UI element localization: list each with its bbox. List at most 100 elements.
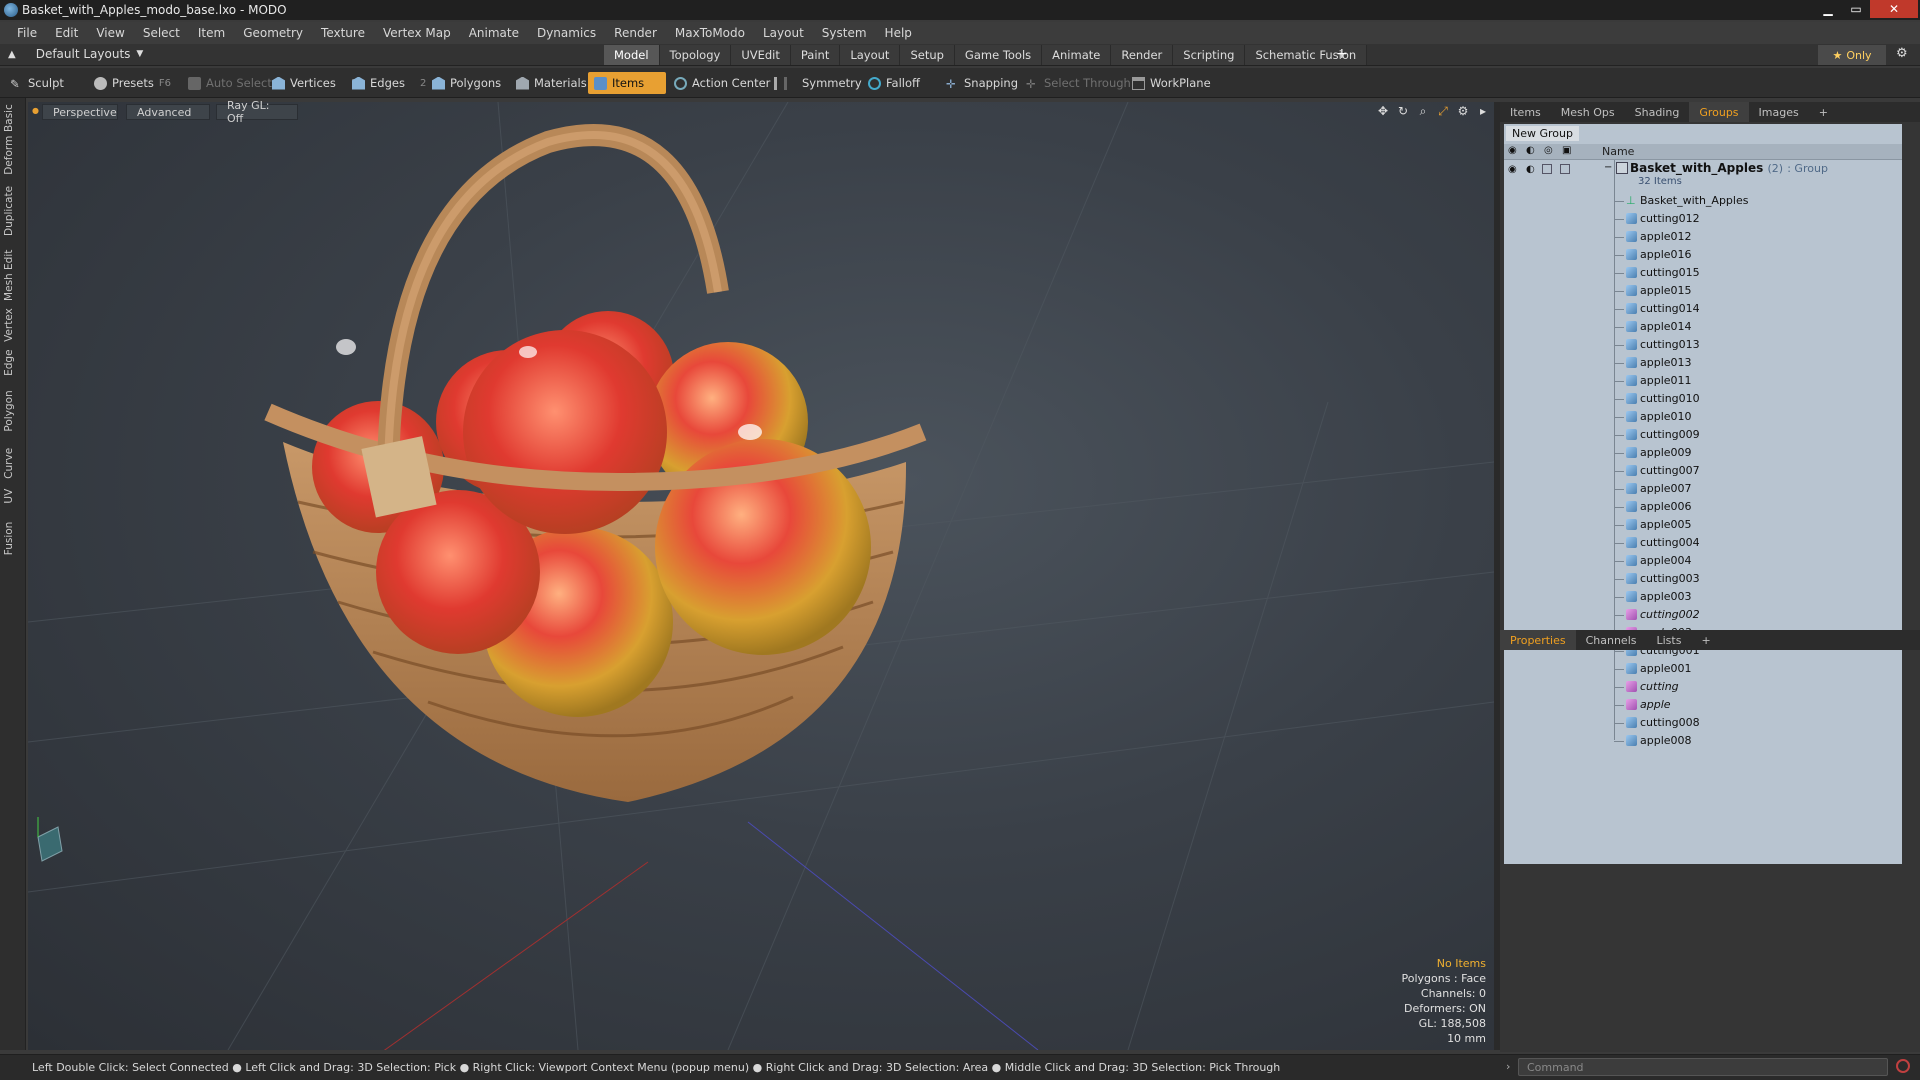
- group-root-row[interactable]: ◉ ◐ − Basket_with_Apples (2) : Group 32 …: [1504, 160, 1902, 192]
- layout-switch-icon[interactable]: ▲: [8, 49, 16, 60]
- visibility-eye-icon[interactable]: ◉: [1508, 145, 1517, 156]
- viewport-menu-icon[interactable]: ●: [32, 106, 39, 115]
- snapping-button[interactable]: ✛ Snapping: [940, 72, 1024, 94]
- left-tab-polygon[interactable]: Polygon: [3, 383, 23, 440]
- command-input[interactable]: Command: [1518, 1058, 1888, 1076]
- polygons-mode-button[interactable]: Polygons: [426, 72, 507, 94]
- group-item-row[interactable]: apple013: [1504, 354, 1902, 372]
- lock-icon[interactable]: ◎: [1544, 145, 1553, 156]
- tab-animate[interactable]: Animate: [1042, 45, 1112, 65]
- menu-animate[interactable]: Animate: [460, 26, 528, 40]
- auto-select-button[interactable]: Auto Select: [182, 72, 278, 94]
- rtab-mesh-ops[interactable]: Mesh Ops: [1551, 102, 1625, 122]
- group-item-row[interactable]: apple016: [1504, 246, 1902, 264]
- root-visibility-eye-icon[interactable]: ◉: [1508, 164, 1517, 175]
- move-view-icon[interactable]: ✥: [1375, 104, 1391, 118]
- menu-view[interactable]: View: [87, 26, 133, 40]
- fit-view-icon[interactable]: ⤢: [1435, 104, 1451, 118]
- group-item-row[interactable]: cutting: [1504, 678, 1902, 696]
- tab-paint[interactable]: Paint: [790, 45, 841, 65]
- sculpt-button[interactable]: ✎ Sculpt: [4, 72, 70, 94]
- maximize-button[interactable]: ▭: [1842, 0, 1870, 18]
- falloff-button[interactable]: Falloff: [862, 72, 926, 94]
- menu-file[interactable]: File: [8, 26, 46, 40]
- rtab-add-tab-button[interactable]: +: [1691, 630, 1720, 650]
- left-tab-edge[interactable]: Edge: [3, 344, 23, 381]
- tab-topology[interactable]: Topology: [659, 45, 732, 65]
- rtab-properties[interactable]: Properties: [1500, 630, 1576, 650]
- root-lock-toggle[interactable]: [1542, 164, 1552, 174]
- symmetry-button[interactable]: Symmetry: [768, 72, 868, 94]
- group-item-row[interactable]: apple010: [1504, 408, 1902, 426]
- presets-button[interactable]: Presets F6: [88, 72, 177, 94]
- left-tab-vertex[interactable]: Vertex: [3, 307, 23, 344]
- menu-help[interactable]: Help: [876, 26, 921, 40]
- rtab-shading[interactable]: Shading: [1625, 102, 1690, 122]
- tab-uvedit[interactable]: UVEdit: [731, 45, 791, 65]
- left-tab-basic[interactable]: Basic: [3, 105, 23, 133]
- materials-mode-button[interactable]: Materials: [510, 72, 593, 94]
- group-item-row[interactable]: cutting009: [1504, 426, 1902, 444]
- group-item-row[interactable]: cutting007: [1504, 462, 1902, 480]
- chevron-down-icon[interactable]: ▼: [136, 49, 143, 59]
- rtab-items[interactable]: Items: [1500, 102, 1551, 122]
- add-layout-tab-button[interactable]: +: [1336, 46, 1348, 62]
- group-item-row[interactable]: apple004: [1504, 552, 1902, 570]
- viewport-settings-gear-icon[interactable]: ⚙: [1455, 104, 1471, 118]
- menu-system[interactable]: System: [813, 26, 876, 40]
- tab-scripting[interactable]: Scripting: [1173, 45, 1246, 65]
- group-item-row[interactable]: apple001: [1504, 660, 1902, 678]
- rtab-groups[interactable]: Groups: [1689, 102, 1749, 122]
- menu-texture[interactable]: Texture: [312, 26, 374, 40]
- rtab-lists[interactable]: Lists: [1647, 630, 1692, 650]
- tab-layout[interactable]: Layout: [840, 45, 901, 65]
- group-item-row[interactable]: cutting013: [1504, 336, 1902, 354]
- root-render-toggle[interactable]: ◐: [1526, 164, 1535, 175]
- viewport-expand-arrow-icon[interactable]: ▸: [1475, 104, 1491, 118]
- root-select-toggle[interactable]: [1560, 164, 1570, 174]
- group-item-row[interactable]: apple008: [1504, 732, 1902, 750]
- tab-model[interactable]: Model: [604, 45, 660, 65]
- group-item-row[interactable]: cutting015: [1504, 264, 1902, 282]
- group-item-row[interactable]: cutting012: [1504, 210, 1902, 228]
- items-mode-button[interactable]: Items: [588, 72, 666, 94]
- edges-mode-button[interactable]: Edges 2: [346, 72, 432, 94]
- group-item-row[interactable]: ⊥ Basket_with_Apples: [1504, 192, 1902, 210]
- menu-maxtomodo[interactable]: MaxToModo: [666, 26, 754, 40]
- layouts-dropdown[interactable]: Default Layouts: [36, 47, 131, 61]
- status-arrow-icon[interactable]: ›: [1506, 1060, 1510, 1073]
- shading-mode-button[interactable]: Advanced: [126, 104, 210, 120]
- left-tab-deform[interactable]: Deform: [3, 132, 23, 179]
- rtab-images[interactable]: Images: [1749, 102, 1809, 122]
- rotate-view-icon[interactable]: ↻: [1395, 104, 1411, 118]
- group-item-row[interactable]: cutting008: [1504, 714, 1902, 732]
- menu-vertex-map[interactable]: Vertex Map: [374, 26, 460, 40]
- menu-dynamics[interactable]: Dynamics: [528, 26, 605, 40]
- render-icon[interactable]: ◐: [1526, 145, 1535, 156]
- workplane-button[interactable]: WorkPlane: [1126, 72, 1217, 94]
- menu-render[interactable]: Render: [605, 26, 666, 40]
- left-tab-mesh-edit[interactable]: Mesh Edit: [3, 243, 23, 307]
- group-item-row[interactable]: apple: [1504, 696, 1902, 714]
- group-item-row[interactable]: apple007: [1504, 480, 1902, 498]
- zoom-view-icon[interactable]: ⌕: [1415, 104, 1431, 118]
- menu-select[interactable]: Select: [134, 26, 189, 40]
- raygl-button[interactable]: Ray GL: Off: [216, 99, 298, 125]
- group-item-row[interactable]: apple009: [1504, 444, 1902, 462]
- tab-game-tools[interactable]: Game Tools: [954, 45, 1043, 65]
- group-item-row[interactable]: cutting002: [1504, 606, 1902, 624]
- menu-geometry[interactable]: Geometry: [234, 26, 312, 40]
- menu-item[interactable]: Item: [189, 26, 234, 40]
- left-tab-uv[interactable]: UV: [3, 484, 23, 509]
- minimize-button[interactable]: ▁: [1814, 0, 1842, 18]
- rtab-add-tab-button[interactable]: +: [1809, 102, 1838, 122]
- group-item-row[interactable]: apple014: [1504, 318, 1902, 336]
- expand-collapse-icon[interactable]: −: [1604, 162, 1612, 173]
- settings-gear-icon[interactable]: ⚙: [1896, 46, 1908, 61]
- new-group-button[interactable]: New Group: [1506, 126, 1579, 141]
- tab-render[interactable]: Render: [1111, 45, 1174, 65]
- group-item-row[interactable]: apple015: [1504, 282, 1902, 300]
- only-toggle[interactable]: ★ Only: [1818, 45, 1886, 65]
- group-item-row[interactable]: apple011: [1504, 372, 1902, 390]
- action-center-button[interactable]: Action Center: [668, 72, 776, 94]
